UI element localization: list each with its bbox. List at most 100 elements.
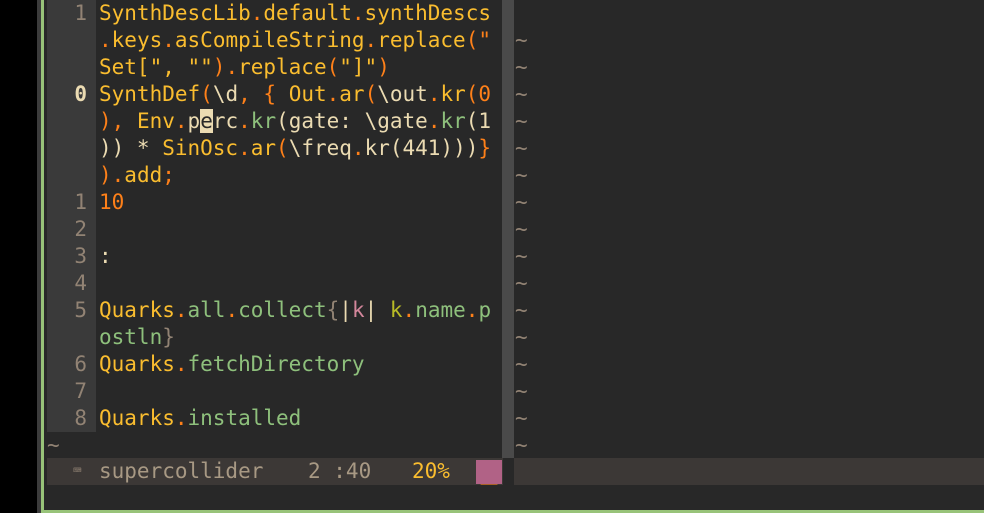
code-token: (gate: — [276, 109, 365, 133]
code-token: . — [238, 136, 251, 160]
code-token: | — [364, 298, 390, 322]
code-token: Env — [136, 109, 175, 133]
empty-line-tilde: ~ — [515, 163, 528, 187]
empty-line-tilde: ~ — [515, 136, 528, 160]
code-line[interactable]: Quarks.installed — [99, 405, 301, 432]
code-token: (" — [465, 28, 492, 52]
code-token: 10 — [99, 190, 125, 214]
code-token: : — [99, 244, 112, 268]
line-number: 6 — [74, 352, 87, 376]
code-token: . — [402, 298, 416, 322]
statusline-right — [514, 458, 984, 485]
code-token: } — [162, 325, 175, 349]
code-token: k — [389, 298, 403, 322]
end-of-buffer-tilde: ~ — [47, 433, 60, 457]
code-token: p — [187, 109, 201, 133]
vertical-split-separator[interactable] — [502, 0, 514, 458]
code-token: asCompileString — [174, 28, 365, 52]
code-token: ( — [364, 82, 378, 106]
code-line[interactable]: ).add; — [99, 162, 175, 189]
empty-line-tilde: ~ — [515, 190, 528, 214]
empty-line-tilde: ~ — [515, 406, 528, 430]
status-cursor-position: 2 :40 — [308, 459, 372, 483]
line-number — [47, 108, 87, 135]
code-token: } — [478, 136, 492, 160]
text-cursor: e — [200, 109, 213, 133]
empty-line-tilde: ~ — [515, 55, 528, 79]
code-token: ( — [200, 82, 213, 106]
code-line[interactable]: SynthDef(\d, { Out.ar(\out.kr(0 — [99, 81, 491, 108]
code-line[interactable]: 10 — [99, 189, 124, 216]
code-token: default — [263, 1, 352, 25]
status-scroll-percent: 20% — [412, 459, 450, 483]
code-token: ostln — [99, 325, 163, 349]
code-token: kr — [440, 109, 466, 133]
code-token: ; — [162, 163, 175, 187]
code-token: \gate — [364, 109, 428, 133]
line-number — [47, 54, 87, 81]
code-token: "]" — [339, 55, 378, 79]
code-line[interactable]: ), Env.perc.kr(gate: \gate.kr(1 — [99, 108, 491, 135]
code-token: fetchDirectory — [187, 352, 365, 376]
empty-line-tilde: ~ — [515, 433, 528, 457]
status-filetype: supercollider — [99, 459, 264, 483]
code-token: p — [478, 298, 492, 322]
code-line[interactable]: ostln} — [99, 324, 175, 351]
code-token: Quarks — [99, 406, 175, 430]
code-token: ( — [465, 82, 479, 106]
line-number — [47, 27, 87, 54]
empty-line-tilde: ~ — [515, 298, 528, 322]
code-line[interactable]: Quarks.fetchDirectory — [99, 351, 365, 378]
code-token: kr — [364, 136, 390, 160]
code-token: . — [351, 136, 365, 160]
line-number: 4 — [74, 271, 87, 295]
line-number: 0 — [74, 82, 87, 106]
code-token: ar — [339, 82, 365, 106]
code-token: )) * — [99, 136, 163, 160]
code-token: . — [99, 28, 112, 52]
empty-line-tilde: ~ — [515, 271, 528, 295]
code-token: Out — [288, 82, 327, 106]
code-token: rc — [212, 109, 239, 133]
line-number: 1 — [74, 1, 87, 25]
code-token: . — [162, 28, 175, 52]
line-number — [47, 162, 87, 189]
code-token: ( — [326, 55, 340, 79]
code-token: ). — [212, 55, 239, 79]
code-token: all — [187, 298, 226, 322]
code-token: keys — [111, 28, 163, 52]
code-token: . — [465, 298, 479, 322]
code-token: \d — [212, 82, 239, 106]
code-token: ar — [250, 136, 277, 160]
empty-line-tilde: ~ — [515, 325, 528, 349]
code-token: (1 — [465, 109, 492, 133]
code-line[interactable]: )) * SinOsc.ar(\freq.kr(441)))} — [99, 135, 491, 162]
code-line[interactable]: Set[", "").replace("]") — [99, 54, 390, 81]
empty-line-tilde: ~ — [515, 109, 528, 133]
code-line[interactable]: : — [99, 243, 112, 270]
code-line[interactable]: .keys.asCompileString.replace(" — [99, 27, 491, 54]
line-number — [47, 324, 87, 351]
code-token: kr — [440, 82, 466, 106]
code-line[interactable]: Quarks.all.collect{|k| k.name.p — [99, 297, 491, 324]
code-token: . — [364, 28, 378, 52]
code-token: replace — [377, 28, 466, 52]
code-line[interactable]: SynthDescLib.default.synthDescs — [99, 0, 491, 27]
code-token: SinOsc — [162, 136, 239, 160]
code-token: name — [415, 298, 466, 322]
code-token: . — [427, 109, 441, 133]
code-token: Quarks — [99, 298, 175, 322]
line-number: 3 — [74, 244, 87, 268]
code-token: add — [124, 163, 163, 187]
line-number — [47, 135, 87, 162]
code-token: synthDescs — [364, 1, 491, 25]
code-token: | — [339, 298, 352, 322]
code-token: collect — [238, 298, 327, 322]
empty-line-tilde: ~ — [515, 244, 528, 268]
code-token: . — [351, 1, 365, 25]
code-token: . — [174, 406, 188, 430]
status-mode-mark: __ — [480, 469, 498, 485]
code-token: . — [326, 82, 340, 106]
code-token: SynthDef — [99, 82, 201, 106]
code-token: Quarks — [99, 352, 175, 376]
